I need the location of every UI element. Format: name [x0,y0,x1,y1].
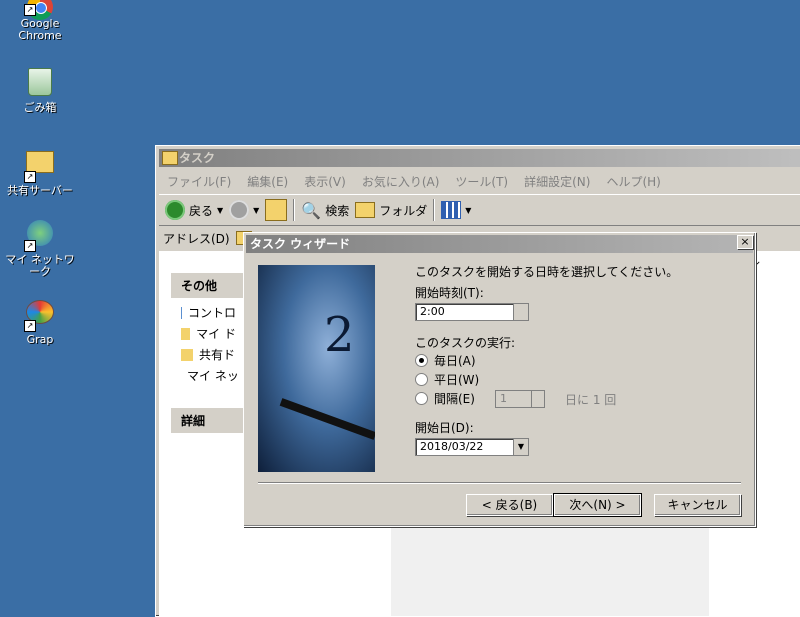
wizard-titlebar[interactable]: タスク ウィザード [246,235,753,253]
toolbar: 戻る ▼ ▼ 🔍 検索 フォルダ ▼ [159,194,800,226]
start-date-value: 2018/03/22 [420,440,484,453]
radio-weekdays-button[interactable] [415,373,428,386]
radio-daily[interactable]: 毎日(A) [415,351,735,370]
paint-icon: ↗ [24,300,56,332]
menu-help[interactable]: ヘルプ(H) [598,171,668,191]
start-date-label: 開始日(D): [415,421,474,435]
toolbar-separator [433,199,436,221]
back-button[interactable]: 戻る ▼ [165,200,223,220]
documents-icon [181,327,191,340]
other-places-header[interactable]: その他 [171,273,246,298]
desktop-icon-label: Grap [26,333,54,346]
search-button[interactable]: 🔍 検索 [301,201,349,220]
folder-icon [355,202,376,218]
back-label: 戻る [189,203,214,218]
menu-favorites[interactable]: お気に入り(A) [354,171,448,191]
start-time-label: 開始時刻(T): [415,286,484,300]
network-icon: ↗ [24,220,56,252]
view-grid-icon [441,201,462,219]
forward-button[interactable]: ▼ [229,200,259,220]
clock-numeral-graphic: 2 [324,307,355,363]
start-time-spinner[interactable] [513,304,528,320]
radio-weekdays-label: 平日(W) [434,373,480,387]
recycle-bin-icon [24,68,56,100]
other-place-my-network[interactable]: マイ ネッ [171,365,246,386]
wizard-clock-image: 2 [258,265,375,472]
desktop-icon-shared-server[interactable]: ↗ 共有サーバー [0,145,80,197]
desktop-icon-recycle-bin[interactable]: ごみ箱 [0,68,80,114]
fountain-pen-graphic [279,398,375,440]
menu-advanced[interactable]: 詳細設定(N) [516,171,598,191]
wizard-separator [258,482,741,484]
wizard-prompt: このタスクを開始する日時を選択してください。 [415,265,679,279]
desktop-icon-my-network[interactable]: ↗ マイ ネットワーク [0,220,80,278]
search-label: 検索 [325,203,350,218]
desktop-icon-label: Google Chrome [18,17,62,42]
interval-value: 1 [500,392,507,405]
close-button[interactable]: × [737,235,753,249]
shared-folder-icon: ↗ [24,151,56,183]
folders-button[interactable]: フォルダ [355,202,427,219]
desktop-icon-label: ごみ箱 [23,101,57,114]
folder-icon [162,151,178,165]
menu-view[interactable]: 表示(V) [296,171,354,191]
content-area [391,521,709,616]
radio-interval[interactable]: 間隔(E) 1 日に 1 回 [415,389,735,408]
interval-text: 日に 1 回 [565,393,617,407]
start-time-value: 2:00 [420,305,445,318]
menu-bar: ファイル(F) 編集(E) 表示(V) お気に入り(A) ツール(T) 詳細設定… [159,171,800,191]
wizard-title: タスク ウィザード [250,237,351,251]
interval-input: 1 [495,390,545,408]
menu-tools[interactable]: ツール(T) [447,171,516,191]
menu-file[interactable]: ファイル(F) [159,171,239,191]
other-place-my-documents[interactable]: マイ ド [171,323,246,344]
chevron-down-icon[interactable]: ▼ [253,206,259,215]
explorer-titlebar[interactable]: タスク [159,149,800,167]
other-place-shared-docs[interactable]: 共有ド [171,344,246,365]
wizard-body: このタスクを開始する日時を選択してください。 開始時刻(T): 2:00 このタ… [415,264,735,456]
shortcut-arrow-icon: ↗ [24,240,36,252]
chevron-down-icon[interactable]: ▼ [217,206,223,215]
shortcut-arrow-icon: ↗ [24,171,36,183]
chevron-down-icon: ▼ [465,205,472,215]
radio-interval-label: 間隔(E) [434,392,475,406]
desktop-icon-grap[interactable]: ↗ Grap [0,298,80,346]
radio-daily-button[interactable] [415,354,428,367]
control-panel-icon [181,306,182,319]
views-button[interactable]: ▼ [441,201,471,219]
next-button[interactable]: 次へ(N) > [553,493,642,517]
shortcut-arrow-icon: ↗ [24,320,36,332]
task-pane: その他 コントロ マイ ド 共有ド マイ ネッ 詳細 [171,273,246,437]
desktop-icon-chrome[interactable]: ↗ Google Chrome [0,0,80,42]
folders-label: フォルダ [379,203,428,218]
other-place-control-panel[interactable]: コントロ [171,302,246,323]
menu-edit[interactable]: 編集(E) [239,171,296,191]
address-label: アドレス(D) [163,231,230,246]
toolbar-separator [293,199,296,221]
back-arrow-icon [165,200,185,220]
desktop-icon-label: 共有サーバー [7,184,73,197]
start-date-picker[interactable]: 2018/03/22 ▼ [415,438,529,456]
radio-weekdays[interactable]: 平日(W) [415,370,735,389]
chrome-icon: ↗ [24,0,56,20]
folder-icon [181,348,193,361]
interval-spinner [531,391,544,407]
radio-interval-button[interactable] [415,392,428,405]
radio-daily-label: 毎日(A) [434,354,476,368]
shortcut-arrow-icon: ↗ [24,4,36,16]
desktop-icon-label: マイ ネットワーク [5,253,75,278]
up-folder-icon[interactable] [265,199,288,221]
run-label: このタスクの実行: [415,336,516,350]
details-header[interactable]: 詳細 [171,408,246,433]
back-button[interactable]: < 戻る(B) [466,494,553,516]
task-wizard-dialog: タスク ウィザード × 2 このタスクを開始する日時を選択してください。 開始時… [243,232,756,527]
start-time-input[interactable]: 2:00 [415,303,529,321]
search-icon: 🔍 [301,200,322,220]
forward-arrow-icon [229,200,250,220]
cancel-button[interactable]: キャンセル [654,494,741,516]
other-places-list: コントロ マイ ド 共有ド マイ ネッ [171,302,246,386]
chevron-down-icon[interactable]: ▼ [513,439,528,455]
explorer-title: タスク [179,151,216,165]
